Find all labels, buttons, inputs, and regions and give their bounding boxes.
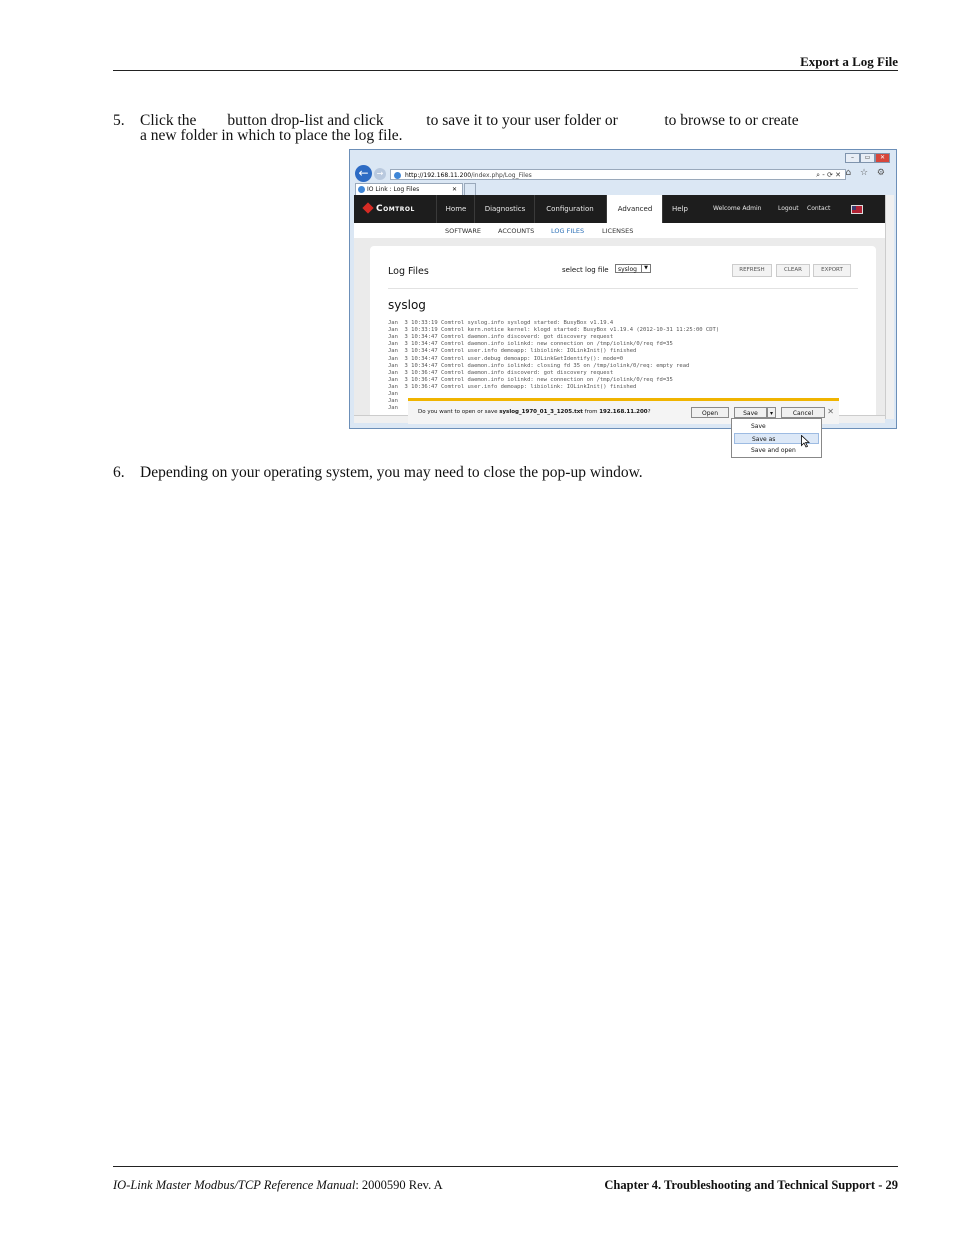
clear-button[interactable]: CLEAR bbox=[776, 264, 810, 277]
header-rule bbox=[113, 70, 898, 71]
manual-title: IO-Link Master Modbus/TCP Reference Manu… bbox=[113, 1178, 356, 1192]
download-filename: syslog_1970_01_3_1205.txt bbox=[499, 409, 583, 415]
log-line: Jan 3 10:36:47 Comtrol daemon.info disco… bbox=[388, 369, 614, 376]
log-line: Jan 3 10:34:47 Comtrol user.debug demoap… bbox=[388, 355, 624, 362]
select-label: select log file bbox=[562, 266, 609, 274]
refresh-button[interactable]: REFRESH bbox=[732, 264, 772, 277]
nav-advanced[interactable]: Advanced bbox=[606, 195, 663, 223]
us-flag-icon[interactable] bbox=[851, 205, 863, 214]
step-5: 5. Click the button drop-list and click … bbox=[113, 113, 898, 147]
chevron-down-icon[interactable]: ▼ bbox=[641, 265, 650, 272]
subnav-licenses[interactable]: LICENSES bbox=[602, 227, 633, 235]
log-line: Jan 3 10:33:19 Comtrol kern.notice kerne… bbox=[388, 327, 720, 334]
comtrol-logo: Comtrol bbox=[362, 202, 415, 214]
vertical-scrollbar[interactable] bbox=[885, 195, 894, 419]
step-number: 6. bbox=[113, 464, 125, 481]
web-page: Comtrol Home Diagnostics Configuration A… bbox=[354, 195, 885, 419]
close-icon[interactable]: ✕ bbox=[827, 407, 834, 416]
panel-title: Log Files bbox=[388, 266, 429, 277]
nav-home[interactable]: Home bbox=[436, 195, 475, 223]
download-suffix: ? bbox=[647, 409, 651, 415]
download-host: 192.168.11.200 bbox=[599, 409, 648, 415]
download-mid: from bbox=[582, 409, 600, 415]
log-line: Jan bbox=[388, 405, 398, 412]
new-tab-button[interactable] bbox=[464, 183, 476, 195]
tab-title: IO Link : Log Files bbox=[367, 186, 420, 193]
url-path: /index.php/Log_Files bbox=[471, 172, 532, 179]
log-line: Jan 3 10:34:47 Comtrol daemon.info disco… bbox=[388, 334, 614, 341]
nav-diagnostics[interactable]: Diagnostics bbox=[474, 195, 535, 223]
mouse-cursor-icon bbox=[801, 435, 810, 448]
step-text-line2: a new folder in which to place the log f… bbox=[140, 127, 403, 144]
save-button[interactable]: Save bbox=[734, 407, 767, 418]
step-number: 5. bbox=[113, 112, 125, 129]
cancel-button[interactable]: Cancel bbox=[781, 407, 825, 418]
log-heading: syslog bbox=[388, 298, 426, 312]
panel-divider bbox=[388, 288, 858, 289]
subnav-software[interactable]: SOFTWARE bbox=[445, 227, 481, 235]
export-button[interactable]: EXPORT bbox=[813, 264, 851, 277]
step-text-line1: Depending on your operating system, you … bbox=[140, 464, 643, 481]
menu-item-save[interactable]: Save bbox=[734, 421, 819, 432]
open-button[interactable]: Open bbox=[691, 407, 729, 418]
browser-tab[interactable]: IO Link : Log Files ✕ bbox=[355, 183, 463, 195]
footer-rule bbox=[113, 1166, 898, 1167]
ie-icon bbox=[394, 172, 401, 179]
save-dropdown-arrow[interactable]: ▾ bbox=[767, 407, 776, 418]
log-line: Jan 3 10:34:47 Comtrol user.info demoapp… bbox=[388, 348, 637, 355]
log-files-panel: Log Files select log file syslog ▼ REFRE… bbox=[370, 246, 876, 419]
log-line: Jan 3 10:34:47 Comtrol daemon.info iolin… bbox=[388, 362, 690, 369]
minimize-icon[interactable]: – bbox=[845, 153, 860, 163]
section-title: Export a Log File bbox=[800, 54, 898, 69]
toolbar-icons[interactable]: ⌂ ☆ ⚙ bbox=[845, 168, 888, 178]
log-line: Jan 3 10:34:47 Comtrol daemon.info iolin… bbox=[388, 341, 673, 348]
log-line: Jan bbox=[388, 398, 398, 405]
download-message: Do you want to open or save syslog_1970_… bbox=[418, 409, 651, 415]
url-host: http://192.168.11.200 bbox=[405, 172, 472, 179]
forward-arrow-icon[interactable]: → bbox=[374, 168, 386, 180]
logout-link[interactable]: Logout bbox=[778, 195, 799, 223]
step-6: 6. Depending on your operating system, y… bbox=[113, 465, 898, 483]
footer-manual: IO-Link Master Modbus/TCP Reference Manu… bbox=[113, 1178, 443, 1193]
nav-configuration[interactable]: Configuration bbox=[534, 195, 605, 223]
ie-icon bbox=[358, 186, 365, 193]
log-line: Jan 3 10:33:19 Comtrol syslog.info syslo… bbox=[388, 320, 614, 326]
subnav-accounts[interactable]: ACCOUNTS bbox=[498, 227, 534, 235]
close-window-icon[interactable]: ✕ bbox=[875, 153, 890, 163]
welcome-text: Welcome Admin bbox=[713, 205, 762, 212]
nav-help[interactable]: Help bbox=[662, 195, 697, 223]
subnav-log-files[interactable]: LOG FILES bbox=[551, 227, 584, 235]
address-tools-icon[interactable]: ⌕ - ⟳ ✕ bbox=[816, 170, 841, 181]
download-prefix: Do you want to open or save bbox=[418, 409, 500, 415]
logo-icon bbox=[362, 202, 374, 214]
footer-chapter: Chapter 4. Troubleshooting and Technical… bbox=[604, 1178, 898, 1192]
contact-link[interactable]: Contact bbox=[807, 195, 830, 223]
maximize-icon[interactable]: ▭ bbox=[860, 153, 875, 163]
browser-screenshot: – ▭ ✕ ← → http://192.168.11.200/index.ph… bbox=[349, 149, 897, 429]
log-file-select[interactable]: syslog ▼ bbox=[615, 264, 651, 273]
top-nav: Comtrol Home Diagnostics Configuration A… bbox=[354, 195, 885, 223]
log-line: Jan bbox=[388, 391, 398, 397]
log-line: Jan 3 10:36:47 Comtrol user.info demoapp… bbox=[388, 383, 637, 390]
log-line: Jan 3 10:36:47 Comtrol daemon.info iolin… bbox=[388, 376, 673, 383]
address-bar[interactable]: http://192.168.11.200/index.php/Log_File… bbox=[390, 169, 846, 180]
manual-rev: : 2000590 Rev. A bbox=[355, 1178, 443, 1192]
back-arrow-icon[interactable]: ← bbox=[355, 165, 372, 182]
select-value: syslog bbox=[618, 266, 637, 273]
brand-name: Comtrol bbox=[376, 204, 415, 214]
